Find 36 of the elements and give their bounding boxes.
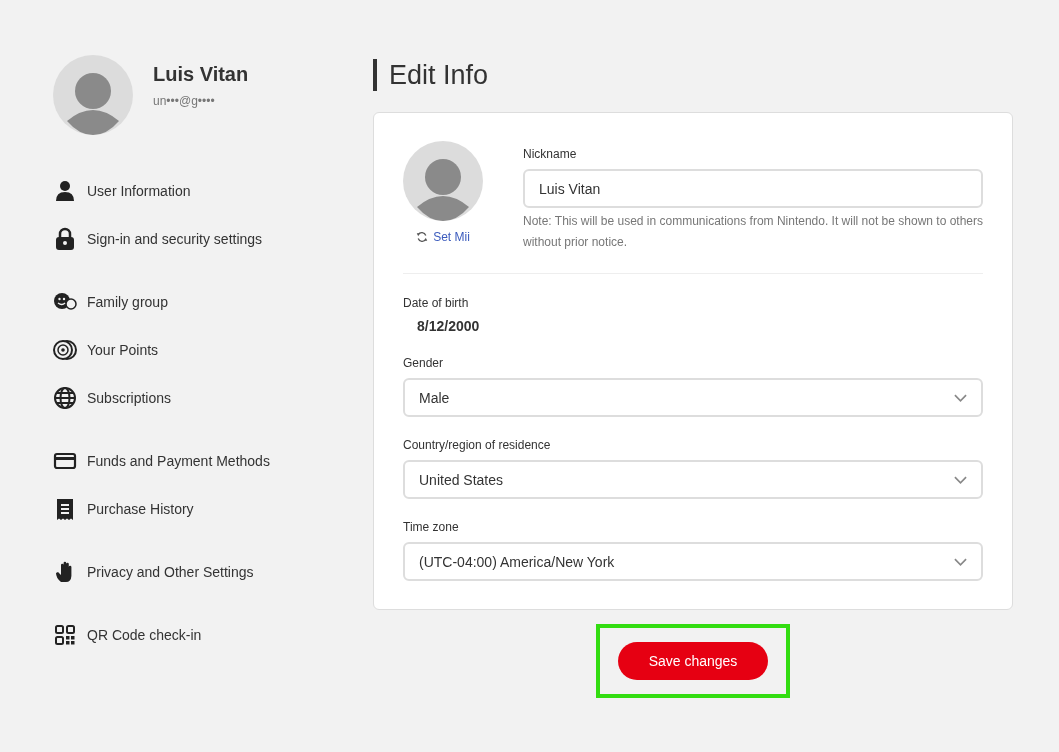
chevron-down-icon — [954, 557, 967, 566]
chevron-down-icon — [954, 393, 967, 402]
sidebar-item[interactable]: Privacy and Other Settings — [53, 547, 373, 596]
save-button[interactable]: Save changes — [618, 642, 768, 680]
qr-code-icon — [53, 622, 77, 647]
avatar-icon — [53, 55, 133, 135]
sidebar-item[interactable]: Funds and Payment Methods — [53, 436, 373, 485]
birth-date: 8/12/2000 — [417, 318, 481, 334]
field-label: Nickname — [523, 147, 578, 161]
sidebar-item[interactable]: QR Code check-in — [53, 610, 373, 659]
sidebar-item[interactable]: Your Points — [53, 325, 373, 374]
dropdown-field[interactable]: Male — [403, 378, 983, 417]
person-icon — [53, 178, 77, 203]
sidebar-item[interactable]: Sign-in and security settings — [53, 214, 373, 263]
lock-icon — [53, 226, 77, 251]
sidebar-item[interactable]: Subscriptions — [53, 373, 373, 422]
field-label: Time zone — [403, 520, 460, 534]
refresh-icon — [416, 231, 429, 243]
user-email: un•••@g•••• — [153, 93, 216, 108]
dropdown-field[interactable]: United States — [403, 460, 983, 499]
dropdown-field[interactable]: (UTC-04:00) America/New York — [403, 542, 983, 581]
user-name: Luis Vitan — [153, 62, 249, 86]
sidebar-item[interactable]: Purchase History — [53, 484, 373, 533]
avatar-icon — [403, 141, 483, 221]
field-note: Note: This will be used in communications from Nintendo. It will not be shown to others without prior notice. — [523, 213, 983, 251]
chevron-down-icon — [954, 475, 967, 484]
field-label: Gender — [403, 356, 445, 370]
page-title: Edit Info — [373, 59, 1013, 91]
sidebar-item[interactable]: User Information — [53, 166, 373, 215]
field-label: Country/region of residence — [403, 438, 552, 452]
set-mii-link[interactable]: Set Mii — [416, 230, 470, 244]
globe-icon — [53, 385, 77, 410]
field-label: Date of birth — [403, 296, 470, 310]
sidebar-item[interactable]: Family group — [53, 277, 373, 326]
nickname-field[interactable]: Luis Vitan — [523, 169, 983, 208]
coin-icon — [53, 337, 77, 362]
